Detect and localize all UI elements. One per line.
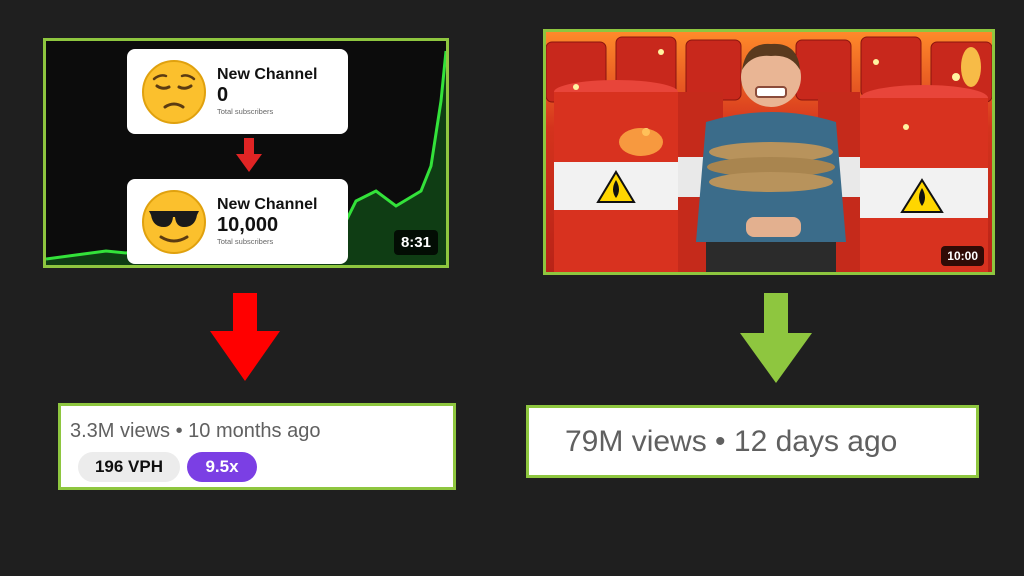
channel-name: New Channel	[217, 66, 318, 83]
new-channel-card-before: New Channel 0 Total subscribers	[127, 49, 348, 134]
green-down-arrow-icon	[740, 293, 812, 383]
video-duration-badge: 10:00	[941, 246, 984, 266]
red-down-arrow-icon	[210, 293, 280, 381]
new-channel-card-after: New Channel 10,000 Total subscribers	[127, 179, 348, 264]
right-video-thumbnail[interactable]: 10:00	[543, 29, 995, 275]
left-video-thumbnail[interactable]: New Channel 0 Total subscribers New Chan…	[43, 38, 449, 268]
subscriber-count: 10,000	[217, 214, 279, 236]
barrels-scene-graphic	[546, 36, 992, 272]
outlier-multiplier-badge[interactable]: 9.5x	[187, 452, 257, 482]
views-and-age: 79M views • 12 days ago	[565, 425, 898, 458]
right-video-stats: 79M views • 12 days ago	[526, 405, 979, 478]
left-video-stats: 3.3M views • 10 months ago 196 VPH 9.5x	[58, 403, 456, 490]
sunglasses-face-icon	[142, 189, 206, 254]
views-and-age: 3.3M views • 10 months ago	[70, 420, 321, 442]
video-duration-badge: 8:31	[393, 230, 438, 255]
subscriber-label: Total subscribers	[217, 107, 274, 116]
pensive-face-icon	[142, 59, 206, 124]
subscriber-count: 0	[217, 84, 229, 106]
channel-name: New Channel	[217, 196, 318, 213]
subscriber-label: Total subscribers	[217, 237, 274, 246]
vph-badge[interactable]: 196 VPH	[78, 452, 180, 482]
down-arrow-icon	[236, 138, 262, 172]
